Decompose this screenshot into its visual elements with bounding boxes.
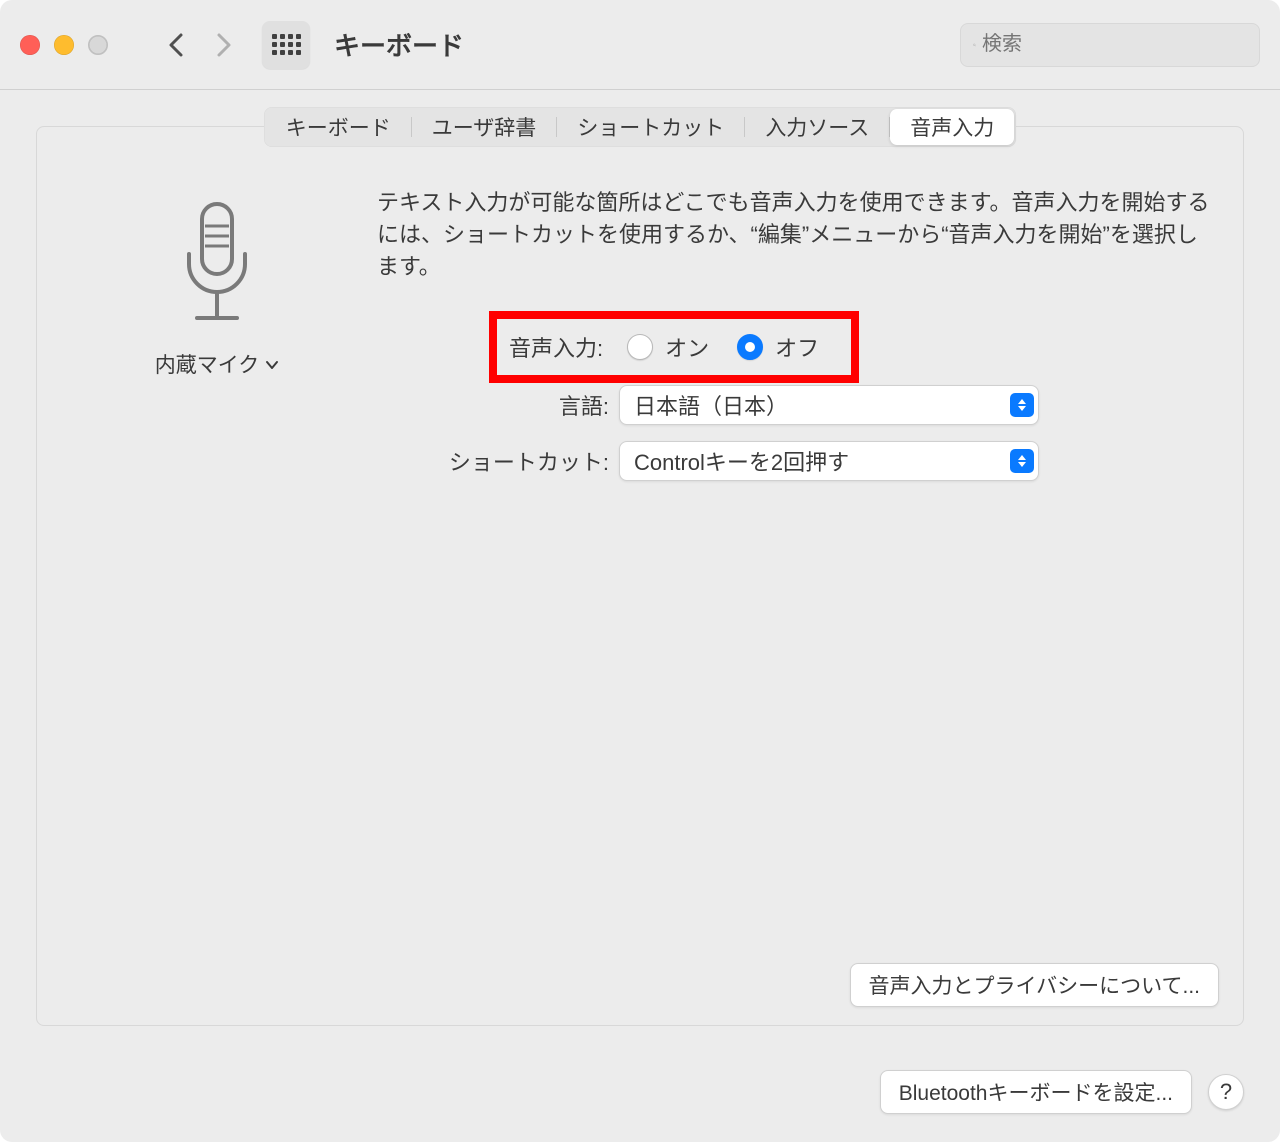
chevron-down-icon (265, 352, 279, 376)
dictation-description: テキスト入力が可能な箇所はどこでも音声入力を使用できます。音声入力を開始するには… (377, 187, 1213, 283)
dictation-privacy-button[interactable]: 音声入力とプライバシーについて... (850, 963, 1219, 1007)
tab-group: キーボード ユーザ辞書 ショートカット 入力ソース 音声入力 (264, 107, 1017, 147)
tab-shortcuts[interactable]: ショートカット (557, 109, 744, 145)
panel-body: 内蔵マイク テキスト入力が可能な箇所はどこでも音声入力を使用できます。音声入力を… (37, 167, 1243, 517)
search-input[interactable] (982, 33, 1247, 56)
chevron-left-icon (167, 31, 185, 59)
dictation-on-label: オン (665, 331, 709, 363)
dictation-off-radio[interactable] (737, 334, 763, 360)
settings-panel: キーボード ユーザ辞書 ショートカット 入力ソース 音声入力 (36, 126, 1244, 1026)
preferences-window: キーボード キーボード ユーザ辞書 ショートカット 入力ソース (0, 0, 1280, 1142)
shortcut-select-value: Controlキーを2回押す (634, 445, 1010, 477)
microphone-icon (157, 193, 277, 343)
dictation-field-label: 音声入力: (509, 331, 607, 363)
dictation-on-radio[interactable] (627, 334, 653, 360)
tab-bar: キーボード ユーザ辞書 ショートカット 入力ソース 音声入力 (37, 107, 1243, 147)
shortcut-row: ショートカット: Controlキーを2回押す (377, 441, 1213, 481)
traffic-lights (20, 35, 108, 55)
back-button[interactable] (154, 23, 198, 67)
dictation-off-label: オフ (775, 331, 819, 363)
microphone-label: 内蔵マイク (155, 349, 260, 379)
minimize-window-button[interactable] (54, 35, 74, 55)
shortcut-field-label: ショートカット: (377, 445, 619, 477)
tab-input-sources[interactable]: 入力ソース (745, 109, 889, 145)
help-button[interactable]: ? (1208, 1074, 1244, 1110)
language-field-label: 言語: (377, 389, 619, 421)
toolbar: キーボード (0, 0, 1280, 90)
microphone-selector[interactable]: 内蔵マイク (155, 349, 280, 379)
microphone-column: 内蔵マイク (57, 187, 377, 497)
highlight-annotation: 音声入力: オン オフ (489, 311, 859, 383)
bluetooth-keyboard-button[interactable]: Bluetoothキーボードを設定... (880, 1070, 1192, 1114)
language-row: 言語: 日本語（日本） (377, 385, 1213, 425)
search-icon (973, 34, 976, 56)
tab-user-dictionary[interactable]: ユーザ辞書 (412, 109, 557, 145)
zoom-window-button (88, 35, 108, 55)
close-window-button[interactable] (20, 35, 40, 55)
settings-column: テキスト入力が可能な箇所はどこでも音声入力を使用できます。音声入力を開始するには… (377, 187, 1213, 497)
tab-dictation[interactable]: 音声入力 (890, 109, 1014, 145)
nav-arrows (154, 23, 246, 67)
show-all-button[interactable] (262, 21, 310, 69)
forward-button (202, 23, 246, 67)
panel-footer: 音声入力とプライバシーについて... (850, 963, 1219, 1007)
window-footer: Bluetoothキーボードを設定... ? (0, 1046, 1280, 1142)
shortcut-select[interactable]: Controlキーを2回押す (619, 441, 1039, 481)
window-title: キーボード (334, 26, 464, 63)
tab-keyboard[interactable]: キーボード (266, 109, 411, 145)
language-select-value: 日本語（日本） (634, 389, 1010, 421)
search-box[interactable] (960, 23, 1260, 67)
language-select[interactable]: 日本語（日本） (619, 385, 1039, 425)
content: キーボード ユーザ辞書 ショートカット 入力ソース 音声入力 (0, 90, 1280, 1046)
grid-icon (272, 34, 301, 55)
select-caret-icon (1010, 449, 1034, 473)
chevron-right-icon (215, 31, 233, 59)
select-caret-icon (1010, 393, 1034, 417)
